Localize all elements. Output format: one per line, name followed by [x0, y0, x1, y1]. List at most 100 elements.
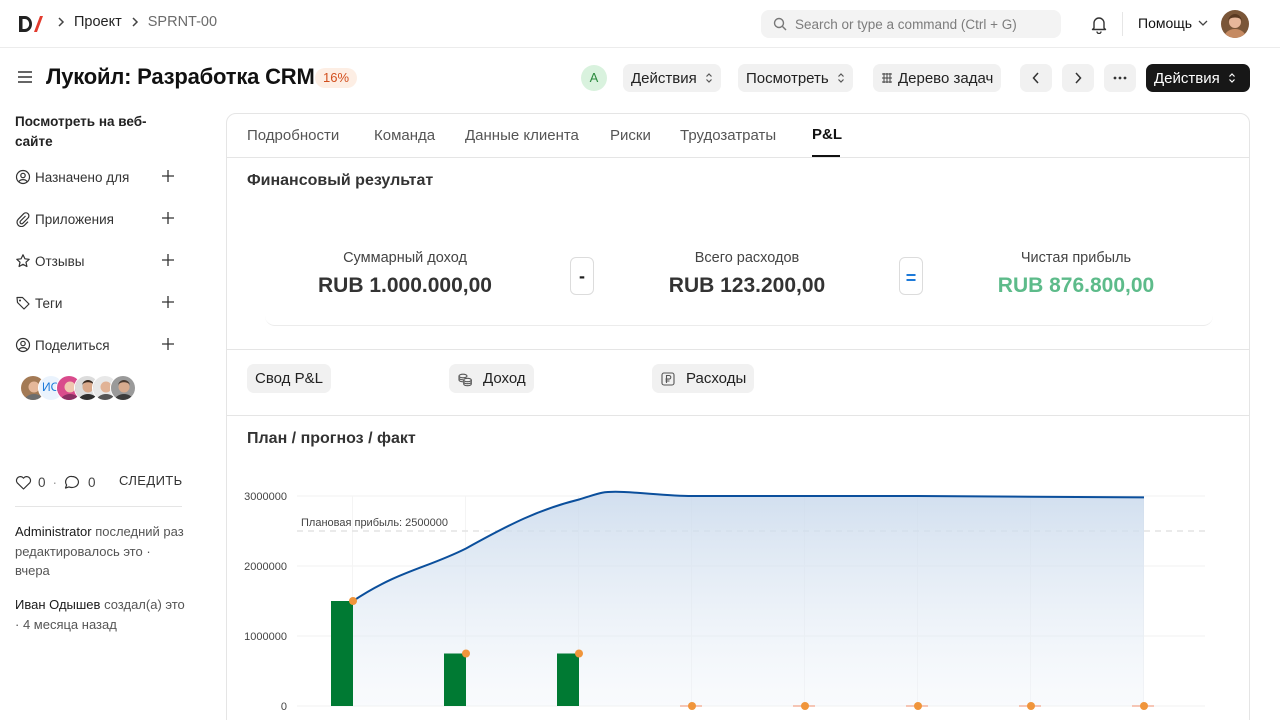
- view-dropdown-button[interactable]: Посмотреть: [738, 64, 853, 92]
- coins-icon: [458, 373, 472, 386]
- data-point: [1140, 702, 1148, 710]
- more-horizontal-icon: [1113, 76, 1127, 80]
- previous-button[interactable]: [1020, 64, 1052, 92]
- activity-item: Иван Одышев создал(а) это · 4 месяца наз…: [15, 595, 185, 634]
- divider: [1122, 12, 1123, 36]
- total-income-label: Суммарный доход: [343, 250, 467, 266]
- sidebar-item-label: Назначено для: [35, 169, 130, 185]
- primary-actions-button[interactable]: Действия: [1146, 64, 1250, 92]
- income-label: Доход: [483, 370, 526, 387]
- plus-icon[interactable]: [160, 294, 176, 310]
- breadcrumb-project[interactable]: Проект: [74, 14, 122, 30]
- breadcrumb-current[interactable]: SPRNT-00: [148, 14, 217, 30]
- chevron-updown-icon: [837, 73, 844, 83]
- divider: [15, 506, 182, 507]
- sidebar-item-label: Отзывы: [35, 253, 85, 269]
- next-button[interactable]: [1062, 64, 1094, 92]
- data-point: [349, 597, 357, 605]
- forecast-area: [353, 491, 1144, 706]
- help-menu[interactable]: Помощь: [1138, 15, 1208, 31]
- income-button[interactable]: Доход: [449, 364, 534, 393]
- tab-details[interactable]: Подробности: [247, 127, 339, 144]
- bar-fact: [331, 601, 353, 706]
- data-point: [688, 702, 696, 710]
- task-tree-button[interactable]: Дерево задач: [873, 64, 1002, 92]
- tab-pl[interactable]: P&L: [812, 126, 842, 143]
- search-bar[interactable]: [761, 10, 1061, 38]
- plus-icon[interactable]: [160, 336, 176, 352]
- sidebar-item-reviews[interactable]: Отзывы: [15, 250, 182, 272]
- search-icon: [773, 17, 787, 31]
- activity-user[interactable]: Administrator: [15, 524, 92, 539]
- net-profit: Чистая прибыль RUB 876.800,00: [965, 250, 1187, 298]
- grid-icon: [882, 73, 892, 83]
- pl-summary-label: Свод P&L: [255, 370, 323, 387]
- separator-dot: ·: [52, 474, 58, 490]
- y-tick-label: 2000000: [244, 561, 287, 573]
- sidebar-item-tags[interactable]: Теги: [15, 292, 182, 314]
- y-tick-label: 0: [281, 701, 287, 713]
- bar-fact: [557, 653, 579, 706]
- sidebar-item-label: Теги: [35, 295, 63, 311]
- net-profit-label: Чистая прибыль: [1020, 250, 1132, 266]
- bar-fact: [444, 653, 466, 706]
- more-options-button[interactable]: [1104, 64, 1136, 92]
- sidebar-item-assigned[interactable]: Назначено для: [15, 166, 182, 188]
- view-label: Посмотреть: [746, 69, 829, 87]
- equals-operator: =: [899, 257, 923, 295]
- user-circle-icon: [15, 169, 31, 185]
- user-avatar[interactable]: [1221, 10, 1249, 38]
- sidebar-item-label: Поделиться: [35, 337, 110, 353]
- tab-risks[interactable]: Риски: [610, 127, 651, 144]
- comment-icon[interactable]: [64, 475, 80, 490]
- search-input[interactable]: [795, 16, 1055, 32]
- data-point: [575, 649, 583, 658]
- breadcrumb: Проект SPRNT-00: [56, 14, 217, 30]
- assignee-avatar[interactable]: A: [581, 65, 607, 91]
- avatar[interactable]: [110, 375, 136, 401]
- top-navbar: Проект SPRNT-00 Помощь: [0, 0, 1280, 48]
- financial-result-title: Финансовый результат: [247, 172, 434, 189]
- notification-bell-icon[interactable]: [1089, 14, 1109, 34]
- data-point: [914, 702, 922, 710]
- data-point: [801, 702, 809, 710]
- comments-count: 0: [88, 474, 96, 490]
- sidebar-item-share[interactable]: Поделиться: [15, 334, 182, 356]
- chevron-right-icon: [56, 17, 66, 27]
- heart-icon[interactable]: [15, 475, 32, 490]
- plus-icon[interactable]: [160, 168, 176, 184]
- tab-team[interactable]: Команда: [374, 127, 435, 144]
- tag-icon: [16, 296, 30, 310]
- app-logo[interactable]: [18, 14, 44, 34]
- data-point: [462, 649, 470, 658]
- pl-summary-button[interactable]: Свод P&L: [247, 364, 331, 393]
- paperclip-icon: [16, 212, 30, 227]
- main-panel: Подробности Команда Данные клиента Риски…: [226, 113, 1250, 720]
- divider: [227, 349, 1249, 350]
- data-point: [1027, 702, 1035, 710]
- sidebar-item-label: Приложения: [35, 211, 114, 227]
- sidebar-item-attachments[interactable]: Приложения: [15, 208, 182, 230]
- chevron-updown-icon: [1228, 73, 1235, 83]
- minus-operator: -: [570, 257, 594, 295]
- view-on-website-link[interactable]: Посмотреть на веб-сайте: [15, 112, 175, 152]
- chevron-down-icon: [1198, 20, 1208, 26]
- progress-badge: 16%: [315, 68, 358, 88]
- star-icon: [16, 254, 30, 268]
- plus-icon[interactable]: [160, 252, 176, 268]
- ruble-receipt-icon: [661, 371, 675, 386]
- activity-item: Administrator последний раз редактировал…: [15, 522, 185, 581]
- divider: [227, 415, 1249, 416]
- tab-client-data[interactable]: Данные клиента: [465, 127, 579, 144]
- chart-title: План / прогноз / факт: [247, 430, 416, 447]
- actions-dropdown-button[interactable]: Действия: [623, 64, 721, 92]
- follow-button[interactable]: СЛЕДИТЬ: [119, 473, 183, 488]
- activity-user[interactable]: Иван Одышев: [15, 597, 100, 612]
- tab-labor-costs[interactable]: Трудозатраты: [680, 127, 776, 144]
- active-tab-indicator: [812, 155, 840, 157]
- y-tick-label: 1000000: [244, 631, 287, 643]
- plus-icon[interactable]: [160, 210, 176, 226]
- sidebar-toggle-icon[interactable]: [16, 68, 34, 86]
- expenses-button[interactable]: Расходы: [652, 364, 755, 393]
- chevron-left-icon: [1032, 72, 1039, 84]
